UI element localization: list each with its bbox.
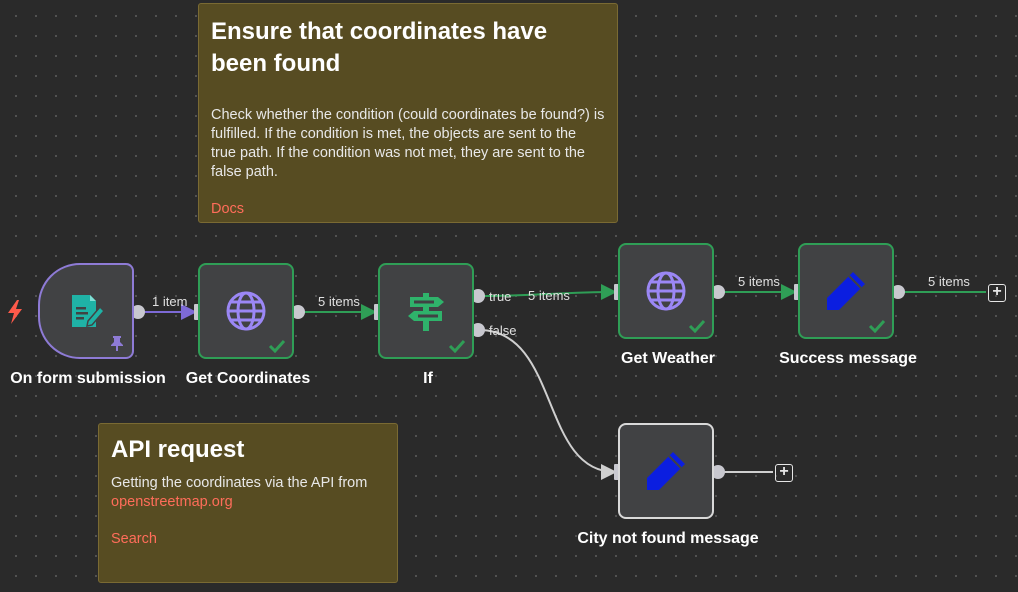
success-check-icon <box>688 319 706 333</box>
node-label: Success message <box>779 350 917 367</box>
edge-item-count: 5 items <box>738 274 780 289</box>
note-title: Ensure that coordinates have been found <box>211 18 548 77</box>
sticky-note-api[interactable]: API request Getting the coordinates via … <box>98 423 398 583</box>
node-on-form-submission[interactable] <box>38 263 134 359</box>
pin-icon <box>111 336 123 351</box>
add-node-button[interactable]: + <box>775 464 793 482</box>
pencil-icon <box>647 452 685 490</box>
edge-if-false-notfound[interactable] <box>478 329 617 480</box>
edge-item-count: 5 items <box>528 288 570 303</box>
globe-icon <box>646 271 686 311</box>
search-link[interactable]: Search <box>111 531 157 547</box>
branch-label-true: true <box>489 289 512 304</box>
note-body: Check whether the condition (could coord… <box>211 107 605 180</box>
edge-item-count: 5 items <box>928 274 970 289</box>
edge-item-count: 1 item <box>152 294 188 309</box>
signpost-icon <box>408 293 444 331</box>
note-body: Getting the coordinates via the API from <box>111 475 368 491</box>
openstreetmap-link[interactable]: openstreetmap.org <box>111 494 233 510</box>
add-node-button[interactable]: + <box>988 284 1006 302</box>
form-icon <box>72 295 106 327</box>
node-label: Get Coordinates <box>185 370 311 387</box>
node-get-weather[interactable] <box>618 243 714 339</box>
trigger-bolt-icon <box>8 300 22 324</box>
node-label: City not found message <box>577 530 759 547</box>
note-title: API request <box>111 436 245 463</box>
edge-item-count: 5 items <box>318 294 360 309</box>
globe-icon <box>226 291 266 331</box>
node-get-coordinates[interactable] <box>198 263 294 359</box>
branch-label-false: false <box>489 323 517 338</box>
node-label: Get Weather <box>621 350 715 367</box>
node-label: If <box>423 370 433 387</box>
success-check-icon <box>868 319 886 333</box>
node-label: On form submission <box>10 370 166 387</box>
node-if[interactable] <box>378 263 474 359</box>
node-city-not-found-message[interactable] <box>618 423 714 519</box>
docs-link[interactable]: Docs <box>211 201 244 217</box>
node-success-message[interactable] <box>798 243 894 339</box>
pencil-icon <box>827 272 865 310</box>
success-check-icon <box>448 339 466 353</box>
success-check-icon <box>268 339 286 353</box>
sticky-note-coordinates[interactable]: Ensure that coordinates have been found … <box>198 3 618 223</box>
